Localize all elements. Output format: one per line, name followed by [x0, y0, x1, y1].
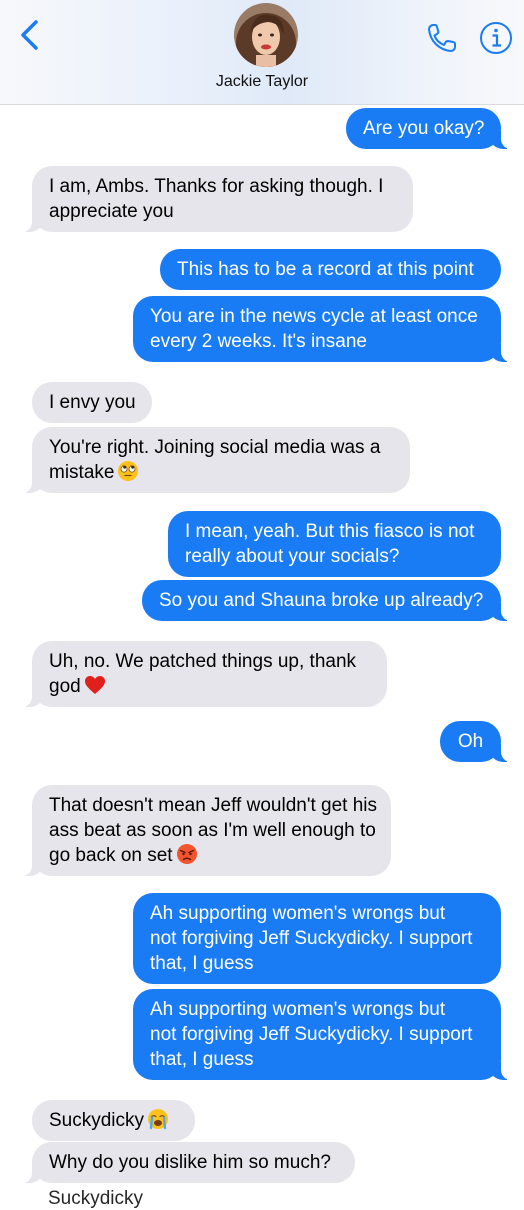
message-text: I am, Ambs. Thanks for asking though. I: [49, 176, 384, 197]
message-text: every 2 weeks. It's insane: [150, 331, 367, 352]
conversation-header: Jackie Taylor: [0, 0, 524, 105]
message-bubble-sent[interactable]: This has to be a record at this point: [160, 249, 501, 290]
message-bubble-received[interactable]: Why do you dislike him so much?: [18, 1142, 355, 1183]
red-heart-icon: [84, 676, 105, 694]
message-bubble-sent[interactable]: Ah supporting women's wrongs but not for…: [133, 893, 501, 984]
message-bubble-sent[interactable]: Oh: [440, 721, 515, 762]
message-bubble-sent[interactable]: Ah supporting women's wrongs but not for…: [133, 989, 515, 1080]
message-bubble-received[interactable]: I envy you: [32, 382, 152, 423]
message-text: You are in the news cycle at least once: [150, 306, 478, 327]
message-text: That doesn't mean Jeff wouldn't get his: [49, 795, 377, 816]
message-text: This has to be a record at this point: [177, 259, 474, 280]
contact-name[interactable]: Jackie Taylor: [0, 73, 524, 91]
message-bubble-sent[interactable]: You are in the news cycle at least once …: [133, 296, 515, 362]
cut-off-message: Suckydicky: [48, 1188, 144, 1209]
message-text: really about your socials?: [185, 546, 400, 567]
message-bubble-received[interactable]: That doesn't mean Jeff wouldn't get his …: [18, 785, 391, 876]
message-bubble-received[interactable]: Uh, no. We patched things up, thank god: [18, 641, 387, 707]
message-text: go back on set: [49, 845, 173, 866]
message-text: not forgiving Jeff Suckydicky. I support: [150, 1024, 473, 1045]
message-text: Oh: [457, 731, 484, 752]
avatar[interactable]: [234, 3, 298, 67]
message-bubble-received[interactable]: Suckydicky: [32, 1100, 195, 1141]
message-text: that, I guess: [150, 1049, 254, 1070]
message-bubble-sent[interactable]: I mean, yeah. But this fiasco is not rea…: [168, 511, 501, 577]
info-icon[interactable]: [478, 20, 514, 56]
message-text: appreciate you: [49, 201, 174, 222]
message-text: Uh, no. We patched things up, thank: [49, 651, 357, 672]
message-bubble-received[interactable]: You're right. Joining social media was a…: [18, 427, 410, 493]
message-text: Why do you dislike him so much?: [49, 1152, 331, 1173]
chevron-left-icon[interactable]: [14, 18, 48, 52]
message-text: Are you okay?: [363, 118, 485, 139]
message-text: You're right. Joining social media was a: [49, 437, 381, 458]
message-text: not forgiving Jeff Suckydicky. I support: [150, 928, 473, 949]
message-text: I envy you: [49, 392, 136, 413]
phone-icon[interactable]: [424, 20, 460, 56]
message-bubble-sent[interactable]: Are you okay?: [346, 108, 515, 149]
message-text: ass beat as soon as I'm well enough to: [49, 820, 376, 841]
message-text: god: [49, 676, 81, 697]
message-text: I mean, yeah. But this fiasco is not: [185, 521, 475, 542]
message-text: So you and Shauna broke up already?: [159, 590, 484, 611]
message-bubble-sent[interactable]: So you and Shauna broke up already?: [142, 580, 515, 621]
message-text: Ah supporting women's wrongs but: [150, 999, 446, 1020]
eye-roll-face-icon: [118, 461, 139, 481]
message-bubble-received[interactable]: I am, Ambs. Thanks for asking though. I …: [18, 166, 413, 232]
message-text: that, I guess: [150, 953, 254, 974]
loudly-crying-face-icon: [148, 1109, 169, 1130]
pouting-face-icon: [176, 844, 197, 864]
message-text: mistake: [49, 462, 115, 483]
message-text: Suckydicky: [49, 1110, 145, 1131]
message-text: Ah supporting women's wrongs but: [150, 903, 446, 924]
